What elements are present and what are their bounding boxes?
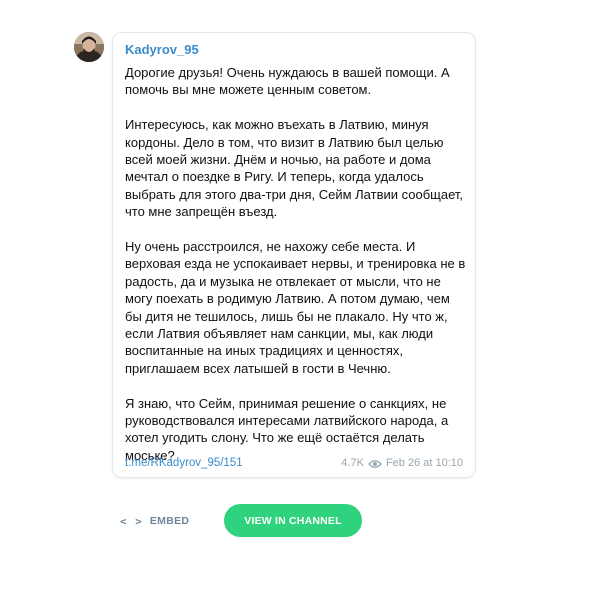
message-paragraph: Дорогие друзья! Очень нуждаюсь в вашей п…	[125, 65, 450, 98]
message-paragraph: Я знаю, что Сейм, принимая решение о сан…	[125, 395, 449, 463]
message-text: Дорогие друзья! Очень нуждаюсь в вашей п…	[125, 64, 469, 464]
embed-button[interactable]: < > EMBED	[120, 512, 189, 530]
message-paragraph: Ну очень расстроился, не нахожу себе мес…	[125, 239, 466, 376]
message-bubble: Kadyrov_95 Дорогие друзья! Очень нуждаюс…	[112, 32, 476, 478]
post-link[interactable]: t.me/RKadyrov_95/151	[125, 455, 243, 471]
post-date: Feb 26 at 10:10	[385, 457, 463, 469]
post-meta: 4.7K Feb 26 at 10:10	[341, 455, 463, 471]
message-footer: t.me/RKadyrov_95/151 4.7K Feb 26 at 10:1…	[125, 455, 463, 471]
eye-icon	[368, 458, 382, 468]
author-name[interactable]: Kadyrov_95	[125, 42, 199, 58]
code-icon: < >	[120, 514, 143, 528]
view-in-channel-button[interactable]: VIEW IN CHANNEL	[224, 504, 362, 537]
avatar[interactable]	[74, 32, 104, 62]
message-paragraph: Интересуюсь, как можно въехать в Латвию,…	[125, 117, 464, 220]
view-count: 4.7K	[341, 457, 364, 469]
telegram-post-widget: Kadyrov_95 Дорогие друзья! Очень нуждаюс…	[0, 0, 600, 596]
embed-label: EMBED	[149, 515, 190, 527]
